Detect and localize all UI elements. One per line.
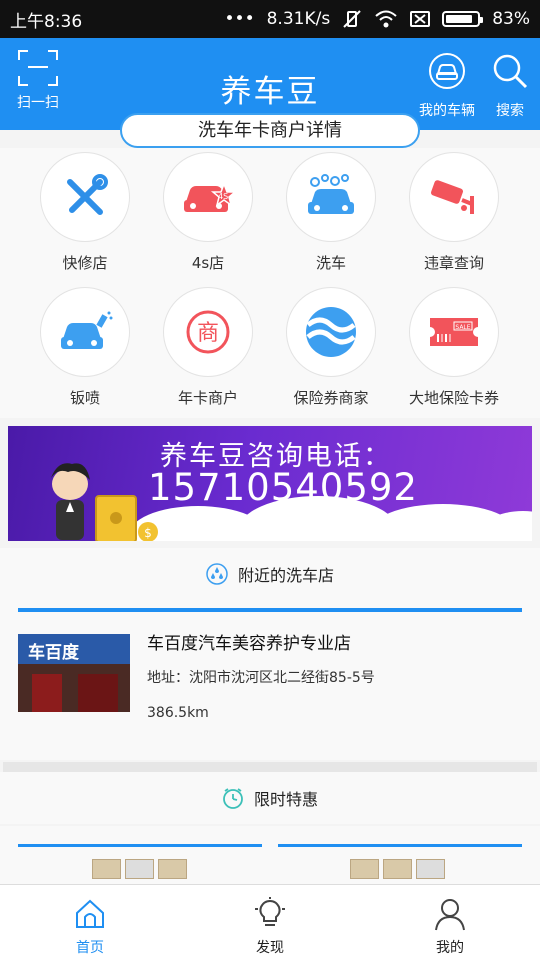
network-speed: 8.31K/s (266, 9, 331, 29)
category-car-wash[interactable]: 洗车 (276, 152, 386, 273)
wifi-icon (375, 10, 397, 28)
lightbulb-icon (255, 897, 285, 926)
nav-label: 发现 (256, 940, 284, 956)
product-thumbnail[interactable] (92, 859, 187, 879)
category-icon-circle (286, 287, 376, 377)
category-quick-repair[interactable]: 快修店 (30, 152, 140, 273)
store-address: 地址：沈阳市沈河区北二经街85-5号 (147, 670, 375, 686)
category-label: 保险券商家 (293, 389, 369, 407)
category-label: 年卡商户 (177, 389, 238, 407)
category-icon-circle (40, 287, 130, 377)
product-thumbnail[interactable] (350, 859, 445, 879)
nav-label: 首页 (76, 940, 104, 956)
nav-mine[interactable]: 我的 (360, 885, 540, 960)
category-label: 4s店 (191, 254, 225, 272)
limited-products (0, 826, 540, 884)
divider (18, 608, 522, 612)
svg-text:$: $ (144, 526, 152, 540)
search-label: 搜索 (496, 103, 524, 119)
category-icon-circle (286, 152, 376, 242)
car-wash-icon (308, 174, 354, 214)
camera-icon (431, 180, 474, 214)
nav-label: 我的 (436, 940, 464, 956)
search-button[interactable]: 搜索 (488, 52, 532, 120)
category-icon-circle: 商 (163, 287, 253, 377)
nav-discover[interactable]: 发现 (180, 885, 360, 960)
category-label: 快修店 (62, 254, 108, 272)
category-annual-card[interactable]: 商 年卡商户 (153, 287, 263, 408)
svg-text:SALE: SALE (455, 324, 470, 331)
alarm-clock-icon (223, 788, 243, 809)
sim-icon (410, 11, 431, 27)
nearby-section-header: 附近的洗车店 (0, 548, 540, 600)
category-insurance-merchant[interactable]: 保险券商家 (276, 287, 386, 408)
nav-home[interactable]: 首页 (0, 885, 180, 960)
category-label: 洗车 (315, 254, 346, 272)
shang-icon: 商 (186, 310, 230, 354)
store-name: 车百度汽车美容养护专业店 (147, 634, 351, 654)
category-grid: 快修店 4S 4s店 洗车 违章查询 钣喷 商 年卡商户 保险券商家 SALE … (0, 148, 540, 418)
store-card[interactable]: 车百度 车百度汽车美容养护专业店 地址：沈阳市沈河区北二经街85-5号 386.… (0, 600, 540, 760)
store-distance: 386.5km (147, 705, 209, 721)
my-car-label: 我的车辆 (419, 103, 475, 119)
category-label: 违章查询 (423, 254, 484, 272)
divider (278, 844, 522, 847)
spray-car-icon (61, 311, 113, 349)
category-violation-query[interactable]: 违章查询 (399, 152, 509, 273)
category-label: 大地保险卡券 (408, 389, 499, 407)
status-bar: 上午8:36 ••• 8.31K/s 83% (0, 0, 540, 38)
promo-banner[interactable]: $ 养车豆咨询电话： 15710540592 (8, 426, 532, 541)
banner-phone[interactable]: 15710540592 (148, 466, 418, 509)
limited-section-header: 限时特惠 (0, 772, 540, 824)
store-photo: 车百度 (18, 634, 130, 712)
car-icon (429, 53, 465, 89)
store-sign-text: 车百度 (28, 643, 79, 663)
user-icon (435, 899, 465, 931)
divider (18, 844, 262, 847)
battery-icon (442, 11, 484, 27)
bottom-navigation: 首页 发现 我的 (0, 884, 540, 960)
category-label: 钣喷 (69, 389, 100, 407)
category-spray[interactable]: 钣喷 (30, 287, 140, 408)
drops-icon (206, 563, 228, 585)
svg-text:4S: 4S (218, 192, 228, 201)
svg-text:商: 商 (197, 321, 219, 346)
category-icon-circle (40, 152, 130, 242)
category-dadi-insurance[interactable]: SALE 大地保险卡券 (399, 287, 509, 408)
waves-icon (306, 307, 356, 357)
category-icon-circle: 4S (163, 152, 253, 242)
car-4s-icon: 4S (184, 181, 236, 212)
sale-ticket-icon: SALE (430, 318, 478, 346)
status-indicators: ••• 8.31K/s 83% (225, 9, 530, 29)
nearby-heading: 附近的洗车店 (237, 566, 334, 585)
category-icon-circle: SALE (409, 287, 499, 377)
more-dots-icon: ••• (224, 9, 255, 29)
vibrate-icon (343, 10, 361, 28)
status-time: 上午8:36 (10, 11, 83, 32)
search-icon (493, 54, 528, 89)
page-subtitle-pill: 洗车年卡商户详情 (120, 113, 420, 148)
home-icon (76, 899, 104, 928)
category-4s[interactable]: 4S 4s店 (153, 152, 263, 273)
wrench-screwdriver-icon (67, 174, 108, 215)
battery-level: 83% (492, 9, 530, 29)
limited-heading: 限时特惠 (253, 790, 318, 809)
my-car-button[interactable]: 我的车辆 (416, 52, 478, 120)
section-divider (3, 762, 537, 772)
category-icon-circle (409, 152, 499, 242)
